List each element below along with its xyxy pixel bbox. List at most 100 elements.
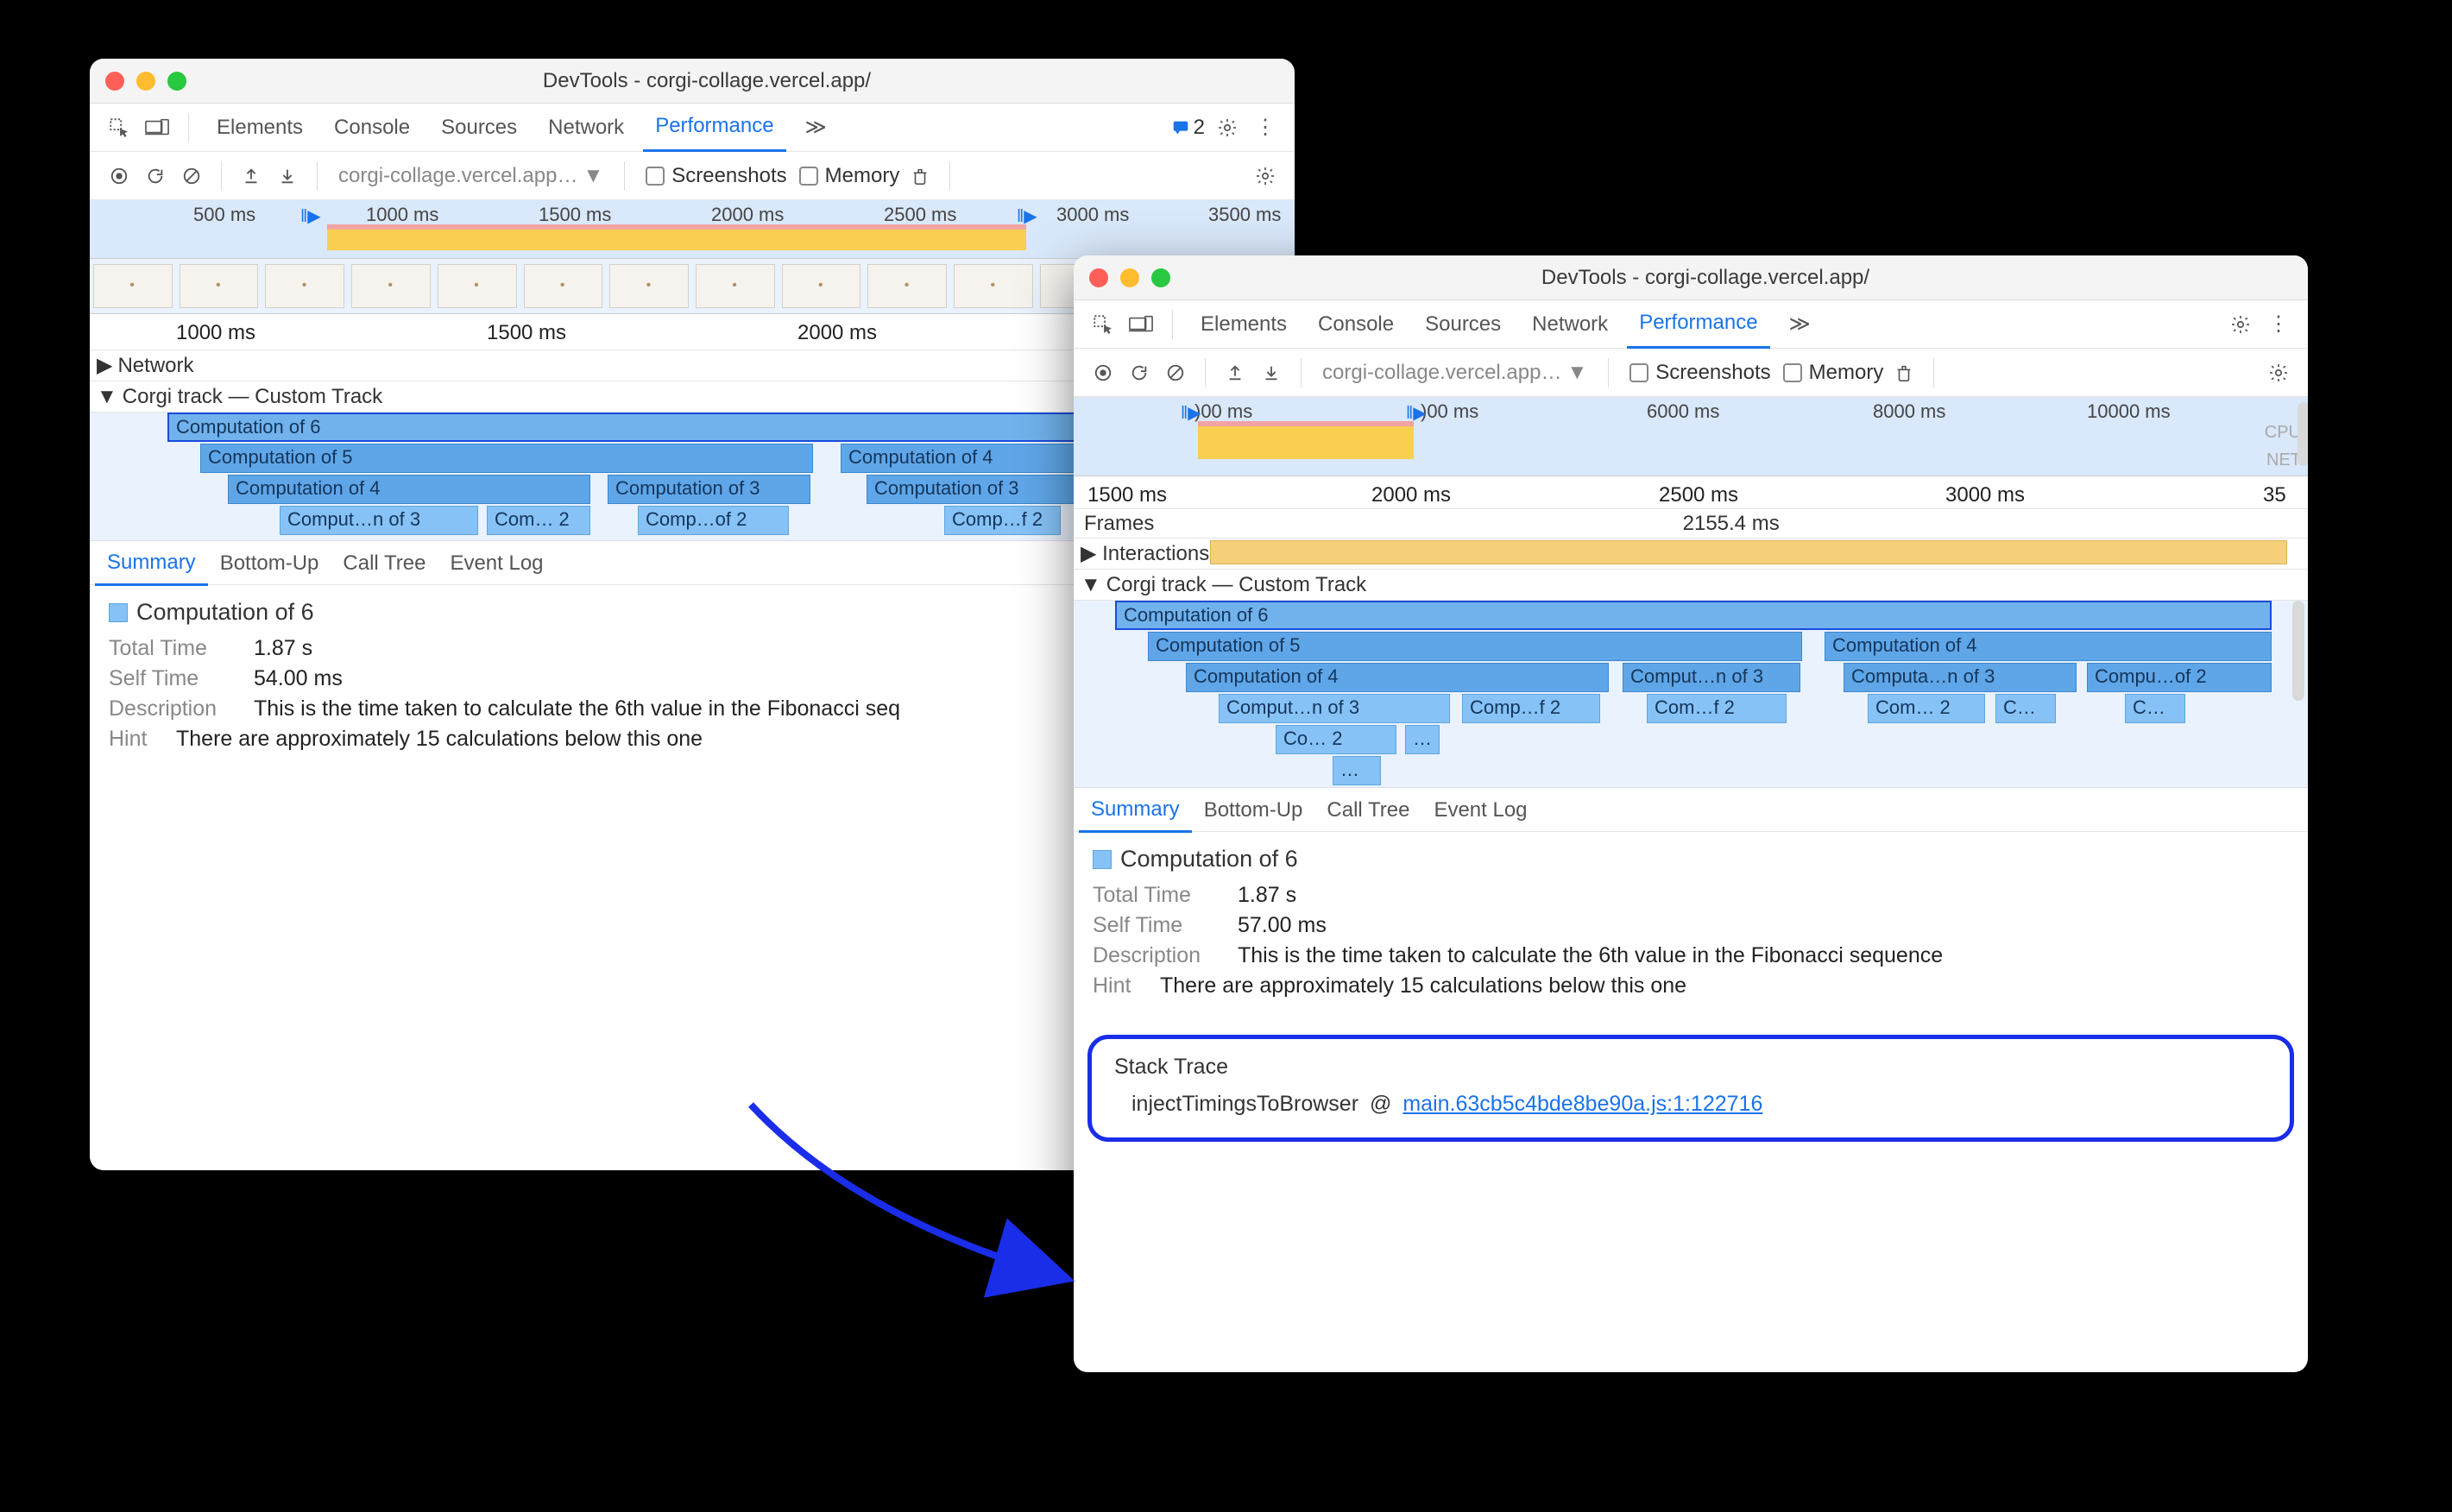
track-interactions-header[interactable]: ▶ Interactions bbox=[1074, 539, 2308, 570]
download-icon[interactable] bbox=[1256, 357, 1287, 388]
screenshots-checkbox[interactable]: Screenshots bbox=[1629, 361, 1770, 385]
gear-icon[interactable] bbox=[1212, 112, 1243, 143]
garbage-collect-icon[interactable] bbox=[1888, 357, 1919, 388]
panel-gear-icon[interactable] bbox=[2263, 357, 2294, 388]
issues-icon[interactable]: 2 bbox=[1171, 112, 1205, 143]
tab-performance[interactable]: Performance bbox=[643, 104, 785, 152]
scrollbar[interactable] bbox=[2292, 601, 2304, 701]
tab-elements[interactable]: Elements bbox=[205, 104, 315, 152]
panel-gear-icon[interactable] bbox=[1250, 161, 1281, 192]
minimap-tick: 6000 ms bbox=[1647, 400, 1719, 423]
flame-event[interactable]: Com… 2 bbox=[487, 506, 590, 535]
recording-dropdown[interactable]: corgi-collage.vercel.app…▼ bbox=[331, 162, 610, 190]
device-toolbar-icon[interactable] bbox=[1125, 309, 1157, 340]
flame-event[interactable]: Computation of 5 bbox=[1148, 632, 1802, 661]
screenshot-thumb[interactable] bbox=[867, 264, 947, 308]
close-icon[interactable] bbox=[1089, 268, 1108, 287]
flame-event[interactable]: Com…f 2 bbox=[1647, 694, 1787, 723]
tab-network[interactable]: Network bbox=[1520, 300, 1620, 349]
reload-icon[interactable] bbox=[140, 161, 171, 192]
inspect-element-icon[interactable] bbox=[1087, 309, 1119, 340]
flame-event[interactable]: Comp…of 2 bbox=[638, 506, 789, 535]
record-icon[interactable] bbox=[104, 161, 135, 192]
flame-event[interactable]: Comput…n of 3 bbox=[280, 506, 478, 535]
flame-event[interactable]: Comput…n of 3 bbox=[1219, 694, 1450, 723]
tab-event-log[interactable]: Event Log bbox=[438, 541, 555, 586]
minimap-overview[interactable]: )00 ms )00 ms 6000 ms 8000 ms 10000 ms ‖… bbox=[1074, 397, 2308, 476]
screenshot-thumb[interactable] bbox=[438, 264, 517, 308]
recording-dropdown[interactable]: corgi-collage.vercel.app…▼ bbox=[1315, 359, 1594, 387]
tab-elements[interactable]: Elements bbox=[1188, 300, 1299, 349]
reload-icon[interactable] bbox=[1124, 357, 1155, 388]
memory-checkbox[interactable]: Memory bbox=[799, 164, 900, 188]
flame-event[interactable]: Co… 2 bbox=[1276, 725, 1396, 754]
memory-checkbox[interactable]: Memory bbox=[1783, 361, 1884, 385]
upload-icon[interactable] bbox=[236, 161, 267, 192]
flame-event[interactable]: Computation of 4 bbox=[1186, 663, 1609, 692]
flame-chart[interactable]: Computation of 6 Computation of 5 Comput… bbox=[1074, 601, 2308, 787]
flame-event[interactable]: Compu…of 2 bbox=[2087, 663, 2272, 692]
range-handle-left-icon[interactable]: ‖▶ bbox=[300, 205, 321, 227]
screenshot-thumb[interactable] bbox=[93, 264, 173, 308]
flame-event[interactable]: Computation of 4 bbox=[228, 475, 590, 504]
titlebar[interactable]: DevTools - corgi-collage.vercel.app/ bbox=[1074, 255, 2308, 300]
screenshot-thumb[interactable] bbox=[696, 264, 775, 308]
stack-at: @ bbox=[1370, 1092, 1391, 1116]
screenshot-thumb[interactable] bbox=[524, 264, 603, 308]
more-tabs-icon[interactable]: ≫ bbox=[793, 104, 839, 152]
flame-event[interactable]: Com… 2 bbox=[1868, 694, 1985, 723]
record-icon[interactable] bbox=[1087, 357, 1119, 388]
stack-source-link[interactable]: main.63cb5c4bde8be90a.js:1:122716 bbox=[1402, 1092, 1762, 1116]
flame-event[interactable]: Comp…f 2 bbox=[944, 506, 1061, 535]
tab-sources[interactable]: Sources bbox=[1413, 300, 1513, 349]
flame-event[interactable]: Computation of 4 bbox=[1825, 632, 2272, 661]
tab-summary[interactable]: Summary bbox=[1079, 788, 1192, 833]
flame-event[interactable]: Computa…n of 3 bbox=[1844, 663, 2077, 692]
screenshot-thumb[interactable] bbox=[180, 264, 259, 308]
screenshot-thumb[interactable] bbox=[609, 264, 689, 308]
timeline-ruler[interactable]: 1500 ms 2000 ms 2500 ms 3000 ms 35 bbox=[1074, 476, 2308, 509]
download-icon[interactable] bbox=[272, 161, 303, 192]
titlebar[interactable]: DevTools - corgi-collage.vercel.app/ bbox=[90, 59, 1295, 104]
kebab-icon[interactable]: ⋮ bbox=[2263, 309, 2294, 340]
flame-event[interactable]: … bbox=[1333, 756, 1381, 785]
flame-event[interactable]: Computation of 5 bbox=[200, 444, 813, 473]
device-toolbar-icon[interactable] bbox=[142, 112, 173, 143]
flame-event[interactable]: Computation of 6 bbox=[1115, 601, 2272, 630]
flame-event[interactable]: Comput…n of 3 bbox=[1623, 663, 1800, 692]
flame-event[interactable]: Computation of 3 bbox=[608, 475, 810, 504]
screenshot-thumb[interactable] bbox=[265, 264, 344, 308]
tab-call-tree[interactable]: Call Tree bbox=[331, 541, 438, 586]
flame-event[interactable]: C… bbox=[1995, 694, 2056, 723]
tab-bottom-up[interactable]: Bottom-Up bbox=[1192, 788, 1315, 833]
tab-summary[interactable]: Summary bbox=[95, 541, 208, 586]
flame-event[interactable]: Comp…f 2 bbox=[1462, 694, 1600, 723]
screenshot-thumb[interactable] bbox=[351, 264, 431, 308]
tab-event-log[interactable]: Event Log bbox=[1421, 788, 1539, 833]
upload-icon[interactable] bbox=[1220, 357, 1251, 388]
scrollbar[interactable] bbox=[2298, 402, 2308, 466]
flame-event[interactable]: … bbox=[1405, 725, 1440, 754]
tab-console[interactable]: Console bbox=[1306, 300, 1406, 349]
flame-event[interactable]: C… bbox=[2125, 694, 2185, 723]
devtools-window-right: DevTools - corgi-collage.vercel.app/ Ele… bbox=[1074, 255, 2308, 1372]
inspect-element-icon[interactable] bbox=[104, 112, 135, 143]
kebab-icon[interactable]: ⋮ bbox=[1250, 112, 1281, 143]
tab-sources[interactable]: Sources bbox=[429, 104, 529, 152]
garbage-collect-icon[interactable] bbox=[905, 161, 936, 192]
clear-icon[interactable] bbox=[176, 161, 207, 192]
track-custom-header[interactable]: ▼ Corgi track — Custom Track bbox=[1074, 570, 2308, 601]
screenshot-thumb[interactable] bbox=[782, 264, 861, 308]
clear-icon[interactable] bbox=[1160, 357, 1191, 388]
screenshots-checkbox[interactable]: Screenshots bbox=[646, 164, 786, 188]
tab-call-tree[interactable]: Call Tree bbox=[1314, 788, 1421, 833]
tab-network[interactable]: Network bbox=[536, 104, 636, 152]
more-tabs-icon[interactable]: ≫ bbox=[1777, 300, 1823, 349]
gear-icon[interactable] bbox=[2225, 309, 2256, 340]
screenshot-thumb[interactable] bbox=[954, 264, 1033, 308]
tab-performance[interactable]: Performance bbox=[1627, 300, 1769, 349]
close-icon[interactable] bbox=[105, 72, 124, 91]
minimap-overview[interactable]: 500 ms 1000 ms 1500 ms 2000 ms 2500 ms 3… bbox=[90, 200, 1295, 259]
tab-bottom-up[interactable]: Bottom-Up bbox=[208, 541, 331, 586]
tab-console[interactable]: Console bbox=[322, 104, 422, 152]
